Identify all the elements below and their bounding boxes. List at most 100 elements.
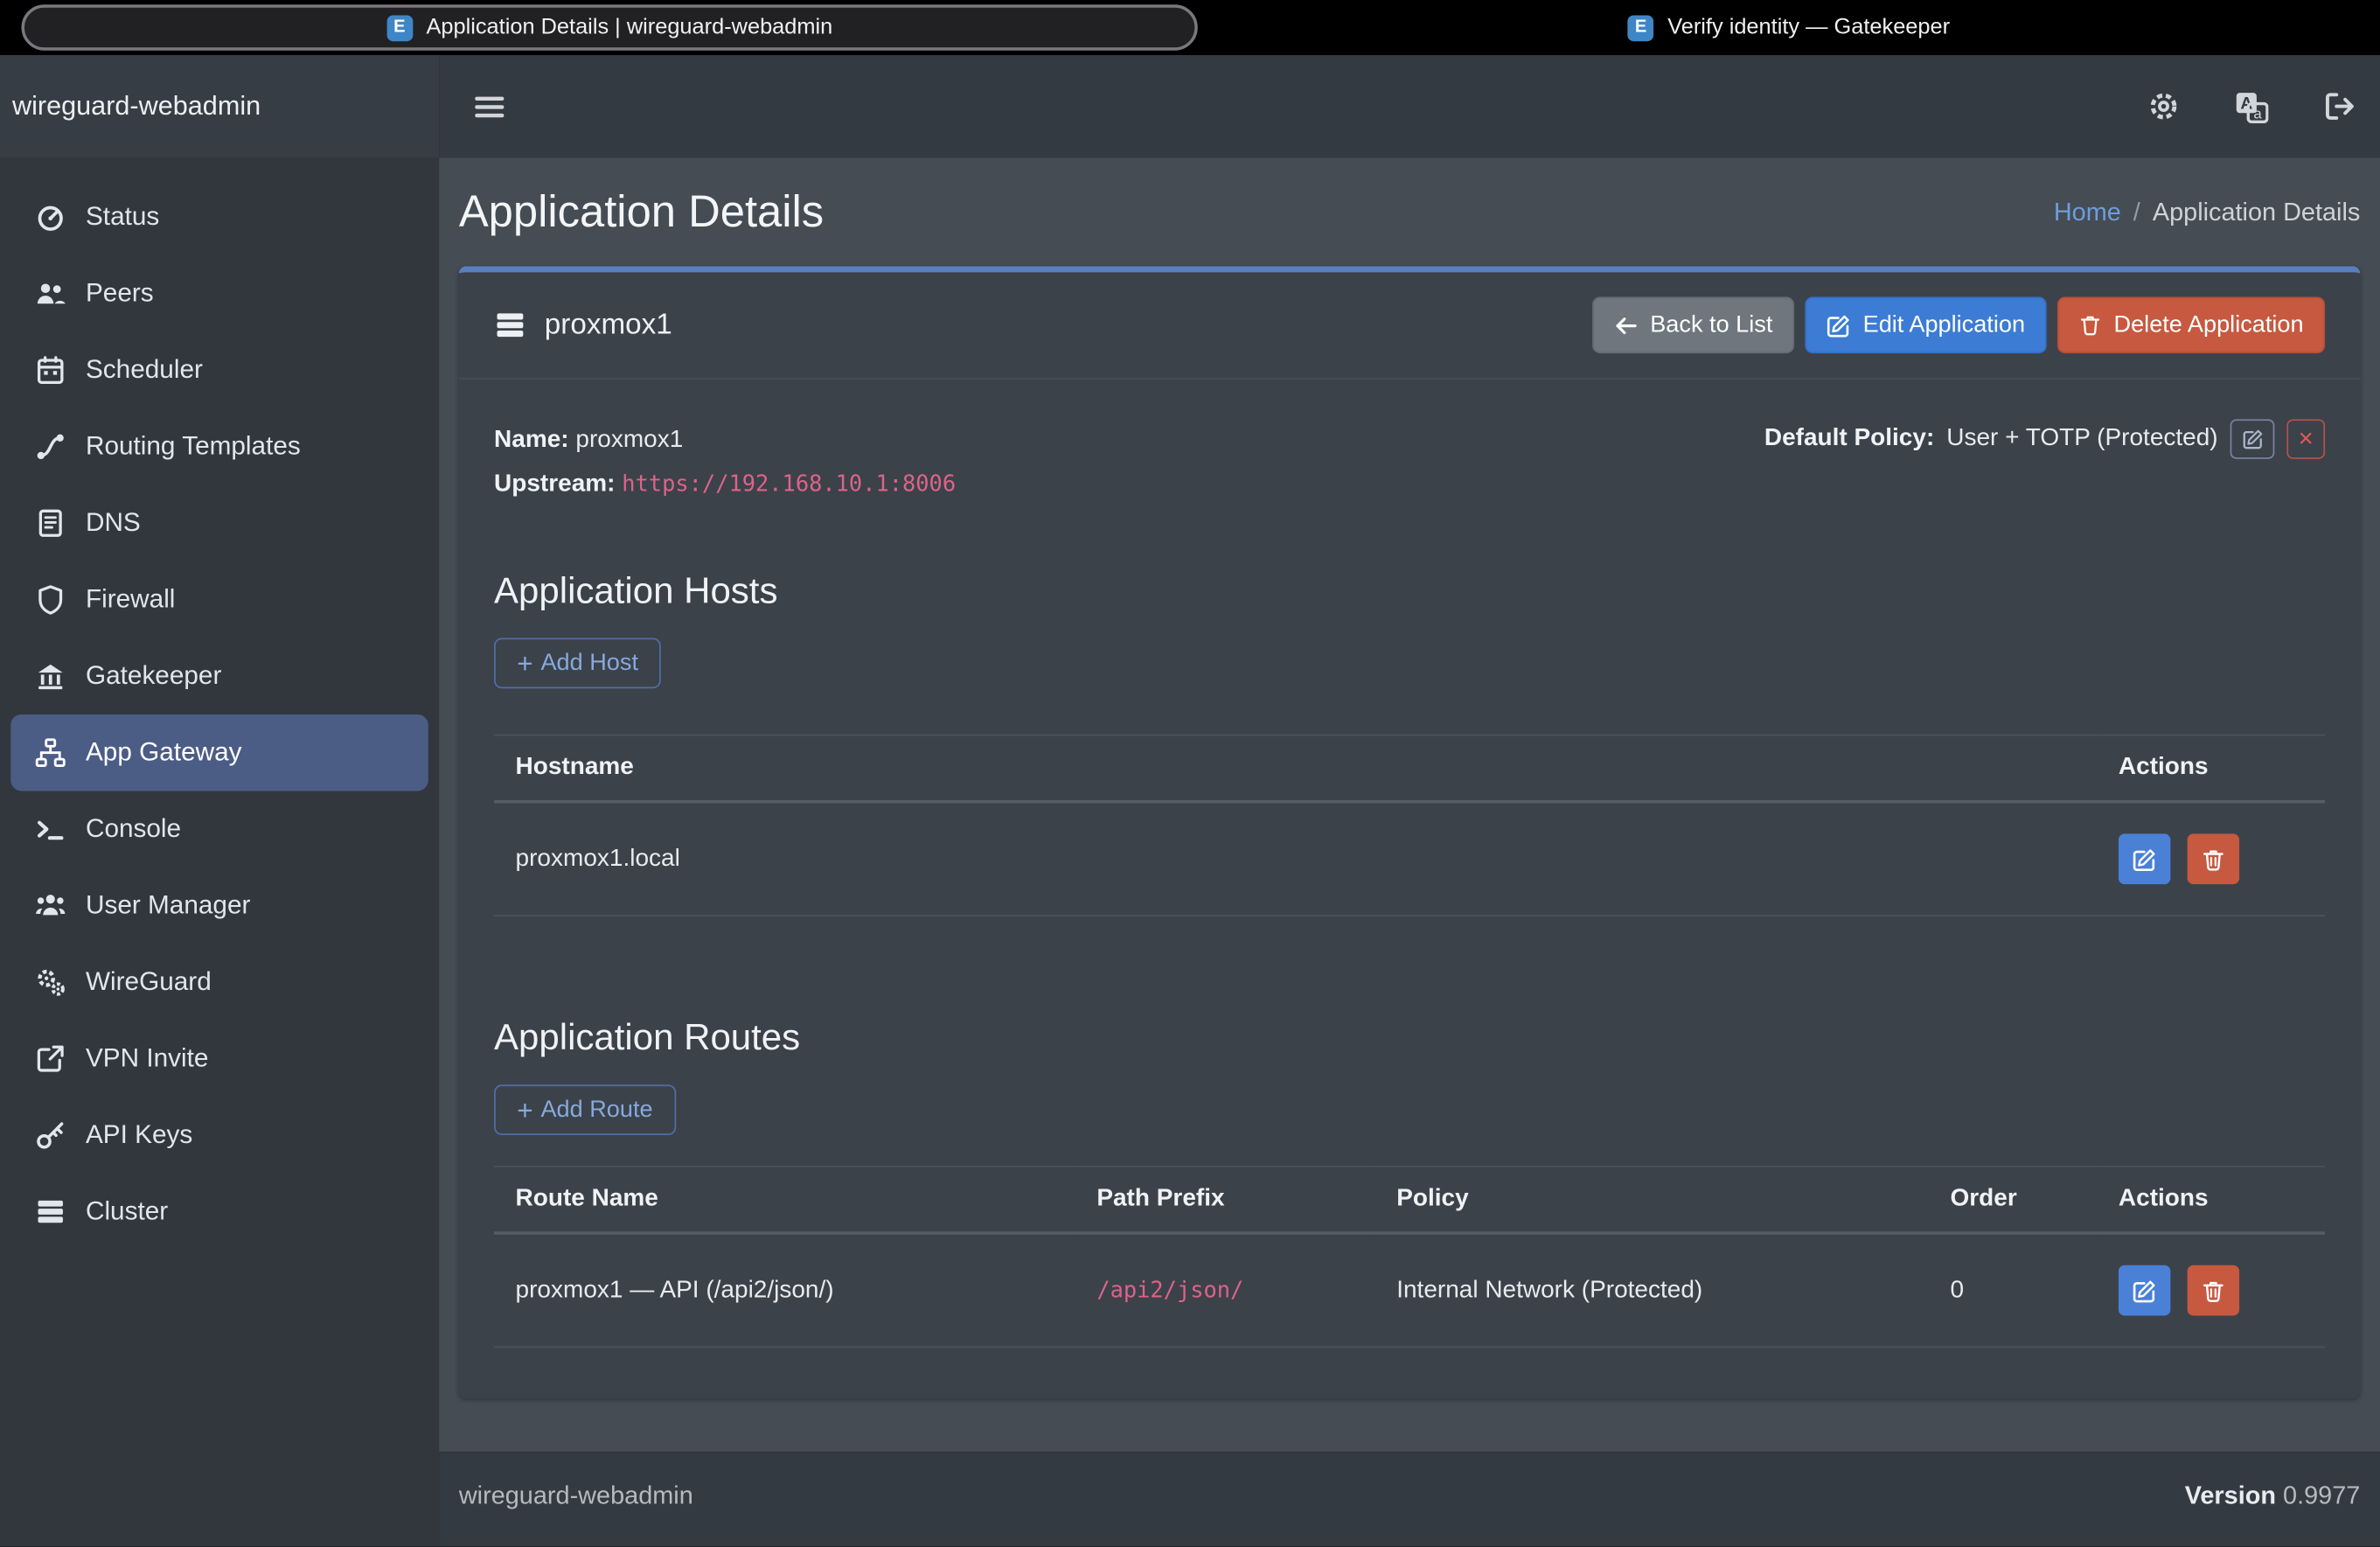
sidebar-item-user-manager[interactable]: User Manager: [10, 868, 428, 944]
browser-tab-active[interactable]: E Application Details | wireguard-webadm…: [21, 4, 1197, 50]
application-name-line: Name: proxmox1: [494, 419, 956, 463]
back-to-list-button[interactable]: Back to List: [1592, 296, 1794, 353]
server-stack-icon: [494, 309, 526, 341]
sidebar-item-dns[interactable]: DNS: [10, 485, 428, 561]
language-button[interactable]: Aa: [2235, 89, 2268, 122]
tab-title: Verify identity — Gatekeeper: [1667, 15, 1950, 39]
shield-icon: [33, 584, 66, 615]
name-value: proxmox1: [575, 427, 683, 453]
trash-icon: [2202, 1279, 2226, 1303]
route-path-prefix: /api2/json/: [1096, 1279, 1243, 1303]
sidebar-item-firewall[interactable]: Firewall: [10, 561, 428, 638]
breadcrumb-current: Application Details: [2153, 199, 2360, 227]
gears-icon: [33, 967, 66, 998]
routes-col-actions: Actions: [2097, 1167, 2325, 1233]
settings-button[interactable]: [2147, 90, 2180, 122]
sidebar-item-label: Peers: [86, 278, 154, 309]
breadcrumb-separator: /: [2133, 199, 2140, 227]
sidebar-item-label: App Gateway: [86, 737, 242, 768]
sidebar-item-vpn-invite[interactable]: VPN Invite: [10, 1021, 428, 1097]
edit-application-button[interactable]: Edit Application: [1805, 296, 2046, 353]
hosts-col-hostname: Hostname: [494, 735, 2097, 802]
gauge-icon: [33, 202, 66, 233]
favicon-icon: E: [386, 15, 413, 41]
sidebar-item-wireguard[interactable]: WireGuard: [10, 944, 428, 1020]
sidebar-brand: wireguard-webadmin: [0, 55, 439, 157]
logout-icon: [2323, 90, 2356, 122]
sidebar-item-status[interactable]: Status: [10, 179, 428, 255]
edit-route-button[interactable]: [2119, 1265, 2170, 1316]
menu-toggle-button[interactable]: [473, 89, 506, 122]
edit-host-button[interactable]: [2119, 833, 2170, 884]
screen: E Application Details | wireguard-webadm…: [0, 0, 2380, 1547]
sidebar-item-label: Routing Templates: [86, 431, 301, 462]
footer-brand: wireguard-webadmin: [459, 1482, 693, 1511]
people-icon: [33, 890, 66, 921]
arrow-left-icon: [1613, 313, 1638, 338]
routes-heading: Application Routes: [494, 1017, 2325, 1060]
sidebar-item-console[interactable]: Console: [10, 791, 428, 867]
route-name: proxmox1 — API (/api2/json/): [494, 1233, 1075, 1347]
host-hostname: proxmox1.local: [494, 802, 2097, 916]
host-row: proxmox1.local: [494, 802, 2325, 916]
application-card: proxmox1 Back to List Edit Application: [459, 266, 2361, 1398]
sidebar-item-scheduler[interactable]: Scheduler: [10, 332, 428, 408]
routes-col-order: Order: [1929, 1167, 2097, 1233]
sidebar-item-app-gateway[interactable]: App Gateway: [10, 714, 428, 791]
policy-value: User + TOTP (Protected): [1946, 425, 2217, 452]
browser-tabstrip: E Application Details | wireguard-webadm…: [0, 0, 2380, 55]
sidebar-item-api-keys[interactable]: API Keys: [10, 1097, 428, 1173]
routes-col-path: Path Prefix: [1075, 1167, 1375, 1233]
add-route-label: Add Route: [540, 1096, 652, 1123]
sidebar-item-cluster[interactable]: Cluster: [10, 1174, 428, 1250]
sidebar-item-gatekeeper[interactable]: Gatekeeper: [10, 638, 428, 714]
menu-icon: [473, 89, 506, 122]
sidebar-item-label: WireGuard: [86, 967, 212, 998]
svg-text:a: a: [2253, 105, 2262, 122]
footer-version: Version 0.9977: [2185, 1482, 2361, 1511]
hosts-col-actions: Actions: [2097, 735, 2325, 802]
sidebar-item-label: Gatekeeper: [86, 661, 221, 692]
delete-application-label: Delete Application: [2114, 311, 2304, 338]
edit-policy-button[interactable]: [2230, 419, 2275, 458]
route-row: proxmox1 — API (/api2/json/) /api2/json/…: [494, 1233, 2325, 1347]
footer: wireguard-webadmin Version 0.9977: [439, 1452, 2380, 1546]
sidebar-item-routing-templates[interactable]: Routing Templates: [10, 408, 428, 484]
routes-col-policy: Policy: [1375, 1167, 1929, 1233]
clear-policy-button[interactable]: ×: [2286, 419, 2325, 458]
edit-application-label: Edit Application: [1863, 311, 2025, 338]
diagram-icon: [33, 737, 66, 768]
breadcrumb-home-link[interactable]: Home: [2054, 199, 2121, 227]
sidebar-nav: Status Peers Scheduler Routing Templates: [0, 157, 439, 1250]
page-title: Application Details: [459, 188, 824, 239]
translate-icon: Aa: [2235, 89, 2268, 122]
trash-icon: [2202, 847, 2226, 871]
browser-tab-inactive[interactable]: E Verify identity — Gatekeeper: [1198, 15, 2380, 41]
topbar: Aa: [439, 55, 2380, 157]
routes-col-name: Route Name: [494, 1167, 1075, 1233]
pencil-square-icon: [2133, 1279, 2157, 1303]
delete-host-button[interactable]: [2188, 833, 2239, 884]
application-name: proxmox1: [545, 309, 672, 342]
calendar-icon: [33, 355, 66, 386]
tab-title: Application Details | wireguard-webadmin: [426, 15, 832, 39]
add-route-button[interactable]: + Add Route: [494, 1084, 676, 1135]
version-value: 0.9977: [2283, 1482, 2360, 1509]
sidebar-item-peers[interactable]: Peers: [10, 255, 428, 331]
add-host-button[interactable]: + Add Host: [494, 638, 661, 688]
policy-label: Default Policy:: [1764, 425, 1934, 452]
upstream-label: Upstream:: [494, 470, 615, 497]
trash-icon: [2078, 314, 2101, 337]
gear-icon: [2147, 90, 2180, 122]
delete-application-button[interactable]: Delete Application: [2057, 296, 2325, 353]
route-order: 0: [1929, 1233, 2097, 1347]
bank-icon: [33, 661, 66, 692]
version-label: Version: [2185, 1482, 2276, 1509]
delete-route-button[interactable]: [2188, 1265, 2239, 1316]
sidebar-item-label: Cluster: [86, 1196, 168, 1227]
default-policy-line: Default Policy: User + TOTP (Protected) …: [1764, 419, 2325, 458]
sidebar: wireguard-webadmin Status Peers Schedule…: [0, 55, 439, 1547]
logout-button[interactable]: [2323, 90, 2356, 122]
route-policy: Internal Network (Protected): [1375, 1233, 1929, 1347]
sidebar-item-label: Scheduler: [86, 355, 203, 386]
